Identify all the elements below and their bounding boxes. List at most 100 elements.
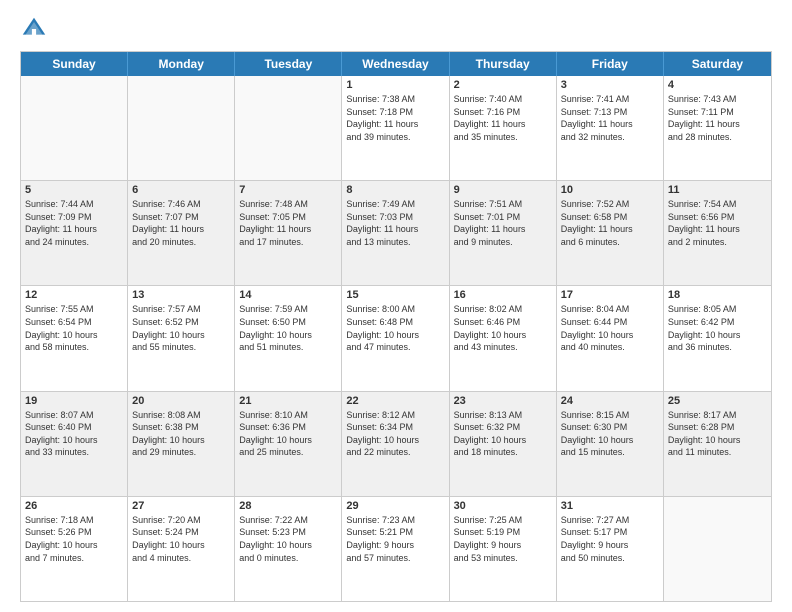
calendar-cell: 20 Sunrise: 8:08 AM Sunset: 6:38 PM Dayli… bbox=[128, 392, 235, 496]
day-info: Sunrise: 8:12 AM Sunset: 6:34 PM Dayligh… bbox=[346, 409, 444, 459]
day-number: 21 bbox=[239, 395, 337, 407]
day-number: 15 bbox=[346, 289, 444, 301]
day-number: 13 bbox=[132, 289, 230, 301]
day-info: Sunrise: 8:08 AM Sunset: 6:38 PM Dayligh… bbox=[132, 409, 230, 459]
day-info: Sunrise: 7:57 AM Sunset: 6:52 PM Dayligh… bbox=[132, 303, 230, 353]
day-number: 31 bbox=[561, 500, 659, 512]
header-day-thursday: Thursday bbox=[450, 52, 557, 76]
day-info: Sunrise: 7:44 AM Sunset: 7:09 PM Dayligh… bbox=[25, 198, 123, 248]
day-number: 3 bbox=[561, 79, 659, 91]
calendar-cell: 5 Sunrise: 7:44 AM Sunset: 7:09 PM Daylig… bbox=[21, 181, 128, 285]
day-number: 29 bbox=[346, 500, 444, 512]
calendar-cell: 26 Sunrise: 7:18 AM Sunset: 5:26 PM Dayli… bbox=[21, 497, 128, 601]
day-number: 23 bbox=[454, 395, 552, 407]
day-info: Sunrise: 8:04 AM Sunset: 6:44 PM Dayligh… bbox=[561, 303, 659, 353]
day-number: 18 bbox=[668, 289, 767, 301]
day-info: Sunrise: 7:43 AM Sunset: 7:11 PM Dayligh… bbox=[668, 93, 767, 143]
day-number: 24 bbox=[561, 395, 659, 407]
header-day-sunday: Sunday bbox=[21, 52, 128, 76]
calendar-cell bbox=[664, 497, 771, 601]
calendar-row-1: 5 Sunrise: 7:44 AM Sunset: 7:09 PM Daylig… bbox=[21, 180, 771, 285]
calendar-row-4: 26 Sunrise: 7:18 AM Sunset: 5:26 PM Dayli… bbox=[21, 496, 771, 601]
day-info: Sunrise: 7:27 AM Sunset: 5:17 PM Dayligh… bbox=[561, 514, 659, 564]
calendar-cell: 23Sunrise: 8:13 AM Sunset: 6:32 PM Dayli… bbox=[450, 392, 557, 496]
day-info: Sunrise: 7:55 AM Sunset: 6:54 PM Dayligh… bbox=[25, 303, 123, 353]
day-info: Sunrise: 8:10 AM Sunset: 6:36 PM Dayligh… bbox=[239, 409, 337, 459]
calendar-cell: 14 Sunrise: 7:59 AM Sunset: 6:50 PM Dayli… bbox=[235, 286, 342, 390]
calendar-cell: 21 Sunrise: 8:10 AM Sunset: 6:36 PM Dayli… bbox=[235, 392, 342, 496]
day-info: Sunrise: 7:18 AM Sunset: 5:26 PM Dayligh… bbox=[25, 514, 123, 564]
day-number: 28 bbox=[239, 500, 337, 512]
day-info: Sunrise: 7:20 AM Sunset: 5:24 PM Dayligh… bbox=[132, 514, 230, 564]
day-number: 1 bbox=[346, 79, 444, 91]
calendar-cell: 7 Sunrise: 7:48 AM Sunset: 7:05 PM Daylig… bbox=[235, 181, 342, 285]
calendar-row-3: 19 Sunrise: 8:07 AM Sunset: 6:40 PM Dayli… bbox=[21, 391, 771, 496]
day-number: 30 bbox=[454, 500, 552, 512]
day-number: 22 bbox=[346, 395, 444, 407]
calendar-row-2: 12 Sunrise: 7:55 AM Sunset: 6:54 PM Dayli… bbox=[21, 285, 771, 390]
calendar-cell: 10 Sunrise: 7:52 AM Sunset: 6:58 PM Dayli… bbox=[557, 181, 664, 285]
calendar-cell: 6 Sunrise: 7:46 AM Sunset: 7:07 PM Daylig… bbox=[128, 181, 235, 285]
calendar-cell: 29 Sunrise: 7:23 AM Sunset: 5:21 PM Dayli… bbox=[342, 497, 449, 601]
day-number: 6 bbox=[132, 184, 230, 196]
calendar-cell: 12 Sunrise: 7:55 AM Sunset: 6:54 PM Dayli… bbox=[21, 286, 128, 390]
day-number: 19 bbox=[25, 395, 123, 407]
calendar-cell: 11 Sunrise: 7:54 AM Sunset: 6:56 PM Dayli… bbox=[664, 181, 771, 285]
day-info: Sunrise: 7:49 AM Sunset: 7:03 PM Dayligh… bbox=[346, 198, 444, 248]
calendar-cell: 27 Sunrise: 7:20 AM Sunset: 5:24 PM Dayli… bbox=[128, 497, 235, 601]
day-info: Sunrise: 7:38 AM Sunset: 7:18 PM Dayligh… bbox=[346, 93, 444, 143]
calendar-cell: 1 Sunrise: 7:38 AM Sunset: 7:18 PM Daylig… bbox=[342, 76, 449, 180]
calendar-cell: 19 Sunrise: 8:07 AM Sunset: 6:40 PM Dayli… bbox=[21, 392, 128, 496]
day-info: Sunrise: 7:51 AM Sunset: 7:01 PM Dayligh… bbox=[454, 198, 552, 248]
calendar-cell: 17Sunrise: 8:04 AM Sunset: 6:44 PM Dayli… bbox=[557, 286, 664, 390]
day-info: Sunrise: 7:59 AM Sunset: 6:50 PM Dayligh… bbox=[239, 303, 337, 353]
calendar-body: 1 Sunrise: 7:38 AM Sunset: 7:18 PM Daylig… bbox=[21, 76, 771, 601]
calendar-cell: 31 Sunrise: 7:27 AM Sunset: 5:17 PM Dayli… bbox=[557, 497, 664, 601]
day-number: 10 bbox=[561, 184, 659, 196]
day-info: Sunrise: 8:07 AM Sunset: 6:40 PM Dayligh… bbox=[25, 409, 123, 459]
day-info: Sunrise: 7:48 AM Sunset: 7:05 PM Dayligh… bbox=[239, 198, 337, 248]
day-info: Sunrise: 7:22 AM Sunset: 5:23 PM Dayligh… bbox=[239, 514, 337, 564]
calendar-cell: 2 Sunrise: 7:40 AM Sunset: 7:16 PM Daylig… bbox=[450, 76, 557, 180]
calendar-cell: 24 Sunrise: 8:15 AM Sunset: 6:30 PM Dayli… bbox=[557, 392, 664, 496]
calendar-cell: 22 Sunrise: 8:12 AM Sunset: 6:34 PM Dayli… bbox=[342, 392, 449, 496]
calendar: SundayMondayTuesdayWednesdayThursdayFrid… bbox=[20, 51, 772, 602]
day-number: 20 bbox=[132, 395, 230, 407]
day-info: Sunrise: 8:15 AM Sunset: 6:30 PM Dayligh… bbox=[561, 409, 659, 459]
logo bbox=[20, 15, 52, 43]
day-info: Sunrise: 7:52 AM Sunset: 6:58 PM Dayligh… bbox=[561, 198, 659, 248]
day-info: Sunrise: 7:41 AM Sunset: 7:13 PM Dayligh… bbox=[561, 93, 659, 143]
day-info: Sunrise: 7:25 AM Sunset: 5:19 PM Dayligh… bbox=[454, 514, 552, 564]
day-info: Sunrise: 7:40 AM Sunset: 7:16 PM Dayligh… bbox=[454, 93, 552, 143]
day-number: 27 bbox=[132, 500, 230, 512]
calendar-header: SundayMondayTuesdayWednesdayThursdayFrid… bbox=[21, 52, 771, 76]
day-info: Sunrise: 8:00 AM Sunset: 6:48 PM Dayligh… bbox=[346, 303, 444, 353]
day-number: 14 bbox=[239, 289, 337, 301]
day-number: 11 bbox=[668, 184, 767, 196]
calendar-row-0: 1 Sunrise: 7:38 AM Sunset: 7:18 PM Daylig… bbox=[21, 76, 771, 180]
calendar-cell: 25Sunrise: 8:17 AM Sunset: 6:28 PM Dayli… bbox=[664, 392, 771, 496]
page: SundayMondayTuesdayWednesdayThursdayFrid… bbox=[0, 0, 792, 612]
calendar-cell bbox=[235, 76, 342, 180]
calendar-cell: 18 Sunrise: 8:05 AM Sunset: 6:42 PM Dayli… bbox=[664, 286, 771, 390]
day-info: Sunrise: 7:46 AM Sunset: 7:07 PM Dayligh… bbox=[132, 198, 230, 248]
day-info: Sunrise: 7:23 AM Sunset: 5:21 PM Dayligh… bbox=[346, 514, 444, 564]
calendar-cell: 16Sunrise: 8:02 AM Sunset: 6:46 PM Dayli… bbox=[450, 286, 557, 390]
calendar-cell: 28 Sunrise: 7:22 AM Sunset: 5:23 PM Dayli… bbox=[235, 497, 342, 601]
day-number: 5 bbox=[25, 184, 123, 196]
calendar-cell: 15 Sunrise: 8:00 AM Sunset: 6:48 PM Dayli… bbox=[342, 286, 449, 390]
calendar-cell: 8 Sunrise: 7:49 AM Sunset: 7:03 PM Daylig… bbox=[342, 181, 449, 285]
day-number: 8 bbox=[346, 184, 444, 196]
day-number: 7 bbox=[239, 184, 337, 196]
calendar-cell bbox=[128, 76, 235, 180]
day-number: 2 bbox=[454, 79, 552, 91]
day-number: 12 bbox=[25, 289, 123, 301]
header-day-friday: Friday bbox=[557, 52, 664, 76]
day-number: 26 bbox=[25, 500, 123, 512]
day-number: 9 bbox=[454, 184, 552, 196]
calendar-cell: 3 Sunrise: 7:41 AM Sunset: 7:13 PM Daylig… bbox=[557, 76, 664, 180]
day-number: 25 bbox=[668, 395, 767, 407]
day-info: Sunrise: 8:05 AM Sunset: 6:42 PM Dayligh… bbox=[668, 303, 767, 353]
day-info: Sunrise: 7:54 AM Sunset: 6:56 PM Dayligh… bbox=[668, 198, 767, 248]
header-day-saturday: Saturday bbox=[664, 52, 771, 76]
